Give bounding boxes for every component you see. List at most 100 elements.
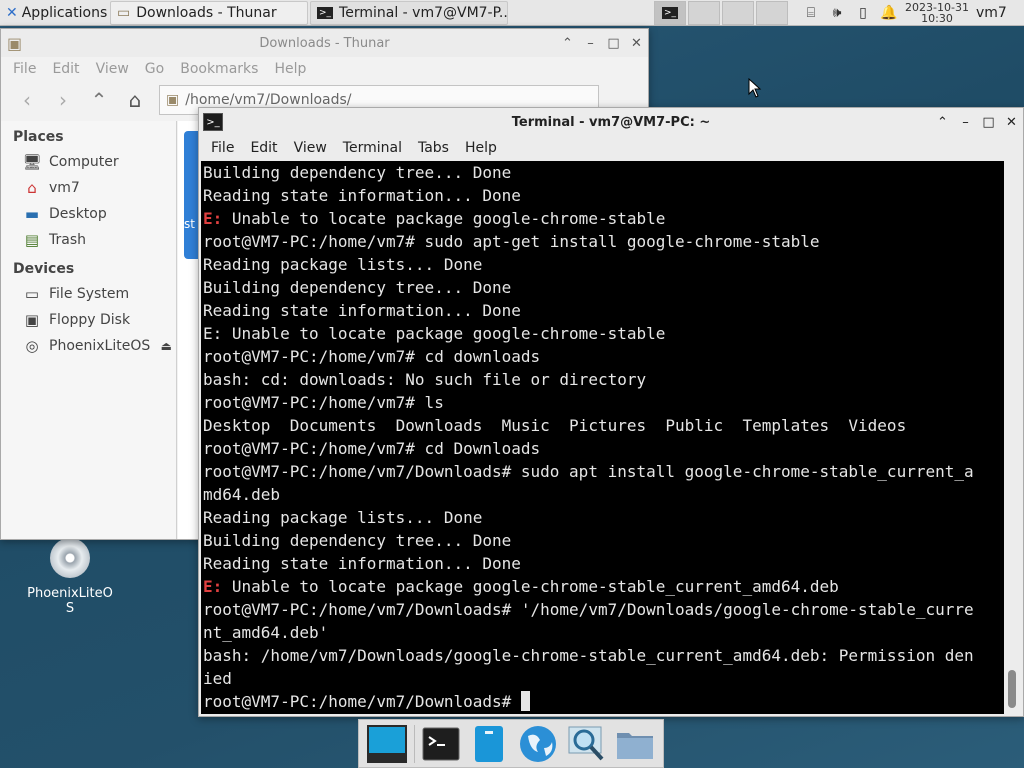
text-cursor	[520, 691, 530, 711]
clock[interactable]: 2023-10-31 10:30	[902, 2, 972, 24]
sidebar-item-label: Floppy Disk	[49, 312, 131, 328]
terminal-icon[interactable]	[419, 723, 463, 765]
folder-icon: ▭	[117, 4, 131, 21]
workspace-1[interactable]: >_	[654, 0, 686, 25]
scrollbar-thumb[interactable]	[1008, 670, 1016, 708]
sidebar-item-computer[interactable]: 🖥 Computer	[1, 149, 176, 175]
terminal-line-text: Reading state information... Done	[203, 186, 521, 205]
back-icon[interactable]: ‹	[9, 84, 45, 116]
terminal-line-text: nt_amd64.deb'	[203, 623, 329, 642]
terminal-line-text: Reading package lists... Done	[203, 508, 483, 527]
menu-file[interactable]: File	[203, 140, 242, 156]
menu-tabs[interactable]: Tabs	[410, 140, 457, 156]
folder-icon: ▣	[166, 92, 180, 108]
terminal-line-text: root@VM7-PC:/home/vm7/Downloads# '/home/…	[203, 600, 974, 619]
app-finder-icon[interactable]	[564, 723, 608, 765]
workspace-2[interactable]	[688, 0, 720, 25]
maximize-button[interactable]: □	[977, 111, 1000, 133]
folder-label: st	[184, 217, 195, 231]
sidebar-item-label: Trash	[49, 232, 86, 248]
terminal-line-text: Reading state information... Done	[203, 554, 521, 573]
menu-file[interactable]: File	[5, 61, 44, 77]
terminal-menubar: File Edit View Terminal Tabs Help	[199, 136, 1023, 160]
forward-icon[interactable]: ›	[45, 84, 81, 116]
disc-icon	[50, 538, 90, 578]
terminal-line: Reading state information... Done	[203, 184, 1004, 207]
eject-icon[interactable]: ⏏	[161, 339, 172, 353]
user-menu[interactable]: vm7	[972, 5, 1011, 21]
close-button[interactable]: ✕	[1000, 111, 1023, 133]
terminal-line-text: Reading package lists... Done	[203, 255, 483, 274]
maximize-button[interactable]: □	[602, 32, 625, 54]
taskbar-label: Downloads - Thunar	[136, 4, 277, 21]
dock	[358, 719, 664, 768]
menu-bookmarks[interactable]: Bookmarks	[172, 61, 266, 77]
menu-go[interactable]: Go	[137, 61, 172, 77]
menu-view[interactable]: View	[286, 140, 335, 156]
terminal-output[interactable]: Building dependency tree... Done Reading …	[201, 161, 1004, 714]
thunar-titlebar[interactable]: ▣ Downloads - Thunar ⌃ – □ ✕	[1, 29, 648, 57]
taskbar-item-thunar[interactable]: ▭ Downloads - Thunar	[110, 0, 308, 25]
menu-edit[interactable]: Edit	[242, 140, 285, 156]
folder-icon[interactable]	[613, 723, 657, 765]
terminal-line-text: Reading state information... Done	[203, 301, 521, 320]
applications-menu-button[interactable]: ✕ Applications	[0, 1, 108, 25]
sidebar-item-home[interactable]: ⌂ vm7	[1, 175, 176, 201]
terminal-line: Reading state information... Done	[203, 552, 1004, 575]
sidebar-item-phoenixliteos[interactable]: ◎ PhoenixLiteOS ⏏	[1, 333, 176, 359]
home-icon[interactable]: ⌂	[117, 84, 153, 116]
terminal-icon: >_	[661, 6, 679, 19]
thunar-menubar: File Edit View Go Bookmarks Help	[1, 57, 648, 81]
close-button[interactable]: ✕	[625, 32, 648, 54]
home-icon: ⌂	[27, 179, 37, 197]
sidebar-item-label: Desktop	[49, 206, 107, 222]
sidebar-item-floppy[interactable]: ▣ Floppy Disk	[1, 307, 176, 333]
menu-help[interactable]: Help	[266, 61, 314, 77]
show-desktop-icon[interactable]	[365, 723, 409, 765]
folder-icon: ▣	[7, 33, 23, 53]
clock-time: 10:30	[921, 11, 953, 25]
menu-help[interactable]: Help	[457, 140, 505, 156]
volume-icon[interactable]: 🕪	[824, 1, 850, 25]
terminal-line-text: Building dependency tree... Done	[203, 163, 512, 182]
menu-edit[interactable]: Edit	[44, 61, 87, 77]
network-icon[interactable]: ⌸	[798, 1, 824, 25]
notification-bell-icon[interactable]: 🔔	[876, 1, 902, 25]
sidebar-item-file-system[interactable]: ▭ File System	[1, 281, 176, 307]
terminal-line: E: Unable to locate package google-chrom…	[203, 322, 1004, 345]
terminal-line: nt_amd64.deb'	[203, 621, 1004, 644]
shade-button[interactable]: ⌃	[931, 111, 954, 133]
terminal-line: Building dependency tree... Done	[203, 276, 1004, 299]
terminal-line-text: Unable to locate package google-chrome-s…	[222, 209, 666, 228]
workspace-3[interactable]	[722, 0, 754, 25]
file-manager-icon[interactable]	[467, 723, 511, 765]
floppy-icon: ▣	[24, 311, 40, 329]
sidebar-item-label: vm7	[49, 180, 80, 196]
minimize-button[interactable]: –	[954, 111, 977, 133]
terminal-line-text: Desktop Documents Downloads Music Pictur…	[203, 416, 907, 435]
minimize-button[interactable]: –	[579, 32, 602, 54]
terminal-line-text: root@VM7-PC:/home/vm7# cd Downloads	[203, 439, 541, 458]
terminal-titlebar[interactable]: >_ Terminal - vm7@VM7-PC: ~ ⌃ – □ ✕	[199, 108, 1023, 136]
trash-icon: ▤	[24, 231, 40, 249]
web-browser-icon[interactable]	[516, 723, 560, 765]
sidebar-item-trash[interactable]: ▤ Trash	[1, 227, 176, 253]
up-icon[interactable]: ⌃	[81, 84, 117, 116]
mouse-pointer-icon	[748, 78, 762, 98]
sidebar-item-desktop[interactable]: ▬ Desktop	[1, 201, 176, 227]
terminal-scrollbar[interactable]	[1005, 161, 1019, 714]
workspace-4[interactable]	[756, 0, 788, 25]
terminal-line: root@VM7-PC:/home/vm7# cd Downloads	[203, 437, 1004, 460]
terminal-line: root@VM7-PC:/home/vm7# cd downloads	[203, 345, 1004, 368]
menu-view[interactable]: View	[88, 61, 137, 77]
xfce-logo-icon: ✕	[6, 4, 18, 21]
menu-terminal[interactable]: Terminal	[335, 140, 410, 156]
taskbar-item-terminal[interactable]: >_ Terminal - vm7@VM7-P...	[310, 0, 508, 25]
terminal-line: Reading state information... Done	[203, 299, 1004, 322]
battery-icon[interactable]: ▯	[850, 1, 876, 25]
location-path: /home/vm7/Downloads/	[185, 92, 352, 108]
shade-button[interactable]: ⌃	[556, 32, 579, 54]
terminal-window: >_ Terminal - vm7@VM7-PC: ~ ⌃ – □ ✕ File…	[198, 107, 1024, 717]
desktop-icon-phoenixliteos[interactable]: PhoenixLiteOS	[22, 538, 118, 616]
disc-icon: ◎	[25, 337, 39, 355]
